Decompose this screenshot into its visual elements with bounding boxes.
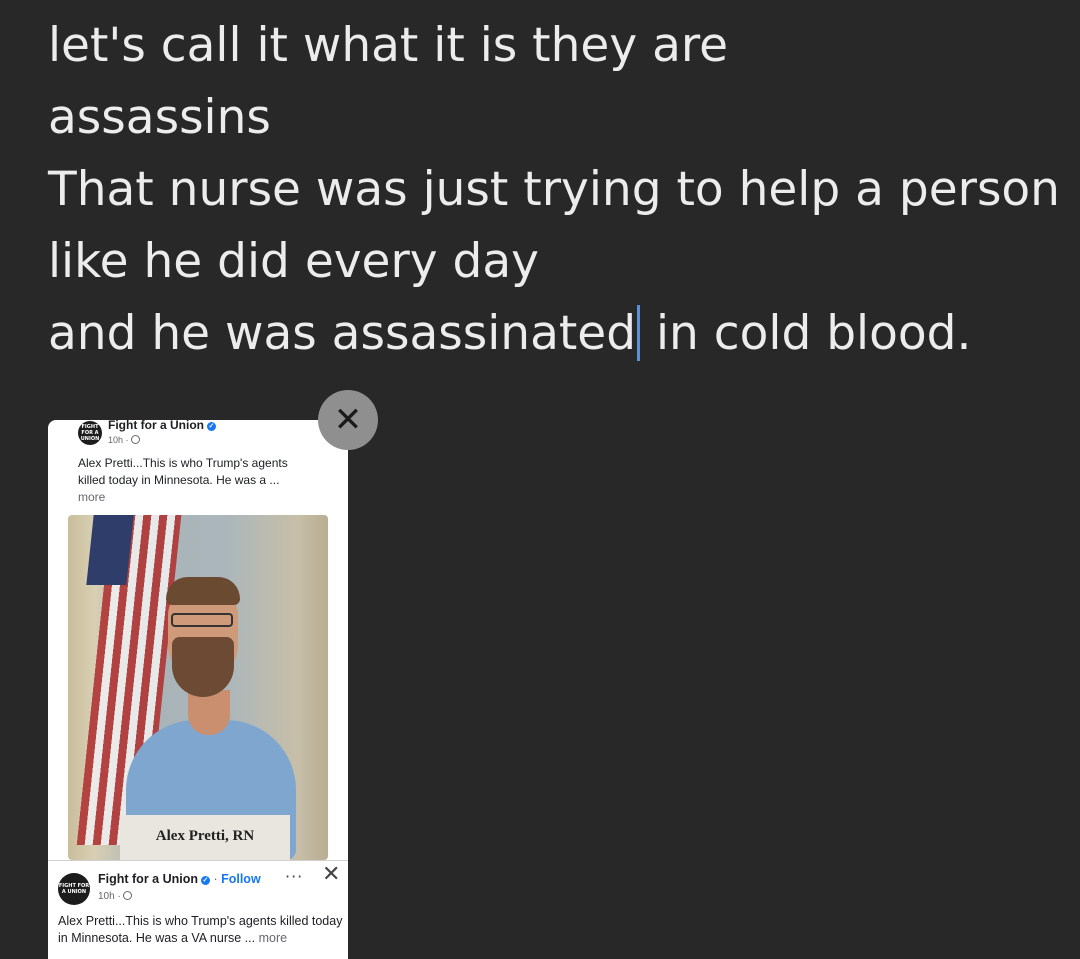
- page-avatar: FIGHT FOR A UNION: [58, 873, 90, 905]
- person-beard: [172, 637, 234, 697]
- globe-icon: [130, 435, 140, 444]
- compose-line-5-after-caret: in cold blood.: [641, 306, 972, 361]
- post-header-top: FIGHT FOR A UNION Fight for a Union ✓ 10h…: [68, 420, 328, 515]
- follow-link: Follow: [221, 872, 261, 886]
- globe-icon: [122, 891, 132, 900]
- see-more-link: more: [78, 490, 106, 504]
- post-header-bottom: FIGHT FOR A UNION Fight for a Union ✓ · F…: [48, 860, 348, 959]
- nurse-photo: Alex Pretti, RN: [68, 515, 328, 860]
- person-hair: [166, 577, 240, 605]
- compose-line-2: assassins: [48, 90, 271, 145]
- more-options-icon: ···: [285, 867, 304, 886]
- post-caption: Alex Pretti...This is who Trump's agents…: [58, 914, 343, 945]
- see-more-link: more: [258, 931, 288, 945]
- post-time: 10h ·: [98, 891, 132, 902]
- glasses: [171, 613, 233, 627]
- post-caption: Alex Pretti...This is who Trump's agents…: [78, 456, 288, 504]
- compose-line-3: That nurse was just trying to help a per…: [48, 162, 1060, 217]
- person-neck: [188, 690, 230, 735]
- compose-line-1: let's call it what it is they are: [48, 18, 729, 73]
- post-time: 10h ·: [108, 435, 140, 445]
- compose-text-area[interactable]: let's call it what it is they are assass…: [48, 10, 1060, 370]
- attached-image[interactable]: FIGHT FOR A UNION Fight for a Union ✓ 10h…: [48, 420, 348, 959]
- close-icon: ✕: [322, 862, 341, 887]
- page-avatar: FIGHT FOR A UNION: [78, 421, 102, 445]
- text-caret: [637, 305, 641, 361]
- page-name: Fight for a Union ✓: [108, 420, 216, 432]
- compose-line-5-before-caret: and he was assassinated: [48, 306, 637, 361]
- page-name-follow: Fight for a Union ✓ · Follow: [98, 872, 261, 886]
- verified-icon: ✓: [200, 876, 210, 885]
- close-icon: ✕: [333, 400, 363, 440]
- compose-line-4: like he did every day: [48, 234, 539, 289]
- flag-canton-graphic: [86, 515, 134, 585]
- verified-icon: ✓: [206, 422, 216, 431]
- compose-line-5: and he was assassinated in cold blood.: [48, 298, 1048, 370]
- nameplate: Alex Pretti, RN: [120, 815, 290, 860]
- remove-attachment-button[interactable]: ✕: [318, 390, 378, 450]
